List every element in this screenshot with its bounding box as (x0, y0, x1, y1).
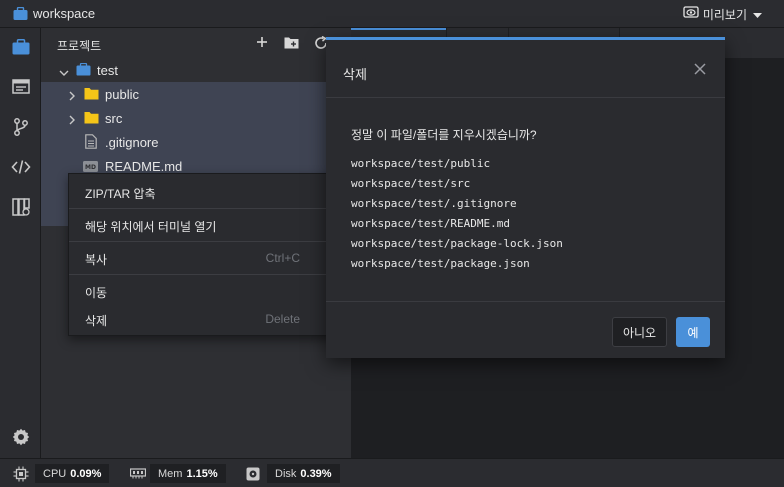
status-bar: CPU 0.09% Mem 1.15% Disk 0.39% (0, 458, 784, 487)
delete-dialog: 삭제 정말 이 파일/폴더를 지우시겠습니까? workspace/test/p… (326, 37, 725, 358)
menu-item-label: 삭제 (85, 314, 108, 328)
menu-item-open-terminal[interactable]: 해당 위치에서 터미널 열기 (69, 211, 342, 239)
path-item: workspace/test/src (351, 177, 471, 190)
tree-item-public[interactable]: public (41, 82, 351, 106)
yes-button[interactable]: 예 (676, 317, 710, 347)
menu-item-shortcut: Delete (265, 312, 300, 326)
tree-label: README.md (105, 159, 183, 174)
menu-divider (69, 241, 342, 242)
tree-item-src[interactable]: src (41, 106, 351, 130)
context-menu: ZIP/TAR 압축 해당 위치에서 터미널 열기 복사 Ctrl+C 이동 삭… (68, 173, 343, 336)
path-item: workspace/test/package.json (351, 257, 530, 270)
cpu-icon (13, 466, 29, 485)
extensions-icon (11, 197, 30, 219)
mem-value: 1.15% (186, 467, 218, 480)
activity-code[interactable] (0, 148, 41, 188)
disk-label: Disk (275, 467, 297, 480)
no-button[interactable]: 아니오 (612, 317, 667, 347)
git-branch-icon (13, 117, 29, 139)
preview-eye-icon (683, 6, 699, 23)
cpu-stat: CPU 0.09% (35, 464, 110, 483)
disk-icon (246, 467, 260, 484)
tree-label: public (105, 87, 139, 102)
preview-button[interactable]: 미리보기 (683, 6, 762, 23)
svg-text:MD: MD (85, 164, 96, 171)
menu-item-compress[interactable]: ZIP/TAR 압축 (69, 178, 342, 206)
memory-icon (129, 468, 147, 482)
menu-item-shortcut: Ctrl+C (265, 251, 300, 265)
cpu-label: CPU (43, 467, 67, 480)
sidebar-header: 프로젝트 (41, 28, 351, 58)
activity-settings[interactable] (0, 418, 41, 458)
explorer-icon (12, 38, 30, 58)
path-item: workspace/test/.gitignore (351, 197, 517, 210)
menu-item-move[interactable]: 이동 (69, 277, 342, 305)
chevron-right-icon[interactable] (67, 113, 77, 125)
menu-item-copy[interactable]: 복사 Ctrl+C (69, 244, 342, 272)
menu-item-label: 해당 위치에서 터미널 열기 (85, 220, 217, 234)
title-bar: workspace 미리보기 (0, 0, 784, 28)
folder-icon (84, 87, 99, 103)
tree-label: test (97, 63, 118, 78)
cpu-value: 0.09% (70, 467, 102, 480)
menu-item-label: ZIP/TAR 압축 (85, 187, 156, 201)
tree-label: .gitignore (105, 135, 159, 150)
project-folder-icon (76, 62, 91, 79)
new-file-icon[interactable] (255, 34, 269, 53)
chevron-right-icon[interactable] (67, 89, 77, 101)
chevron-down-icon (753, 8, 762, 22)
menu-divider (69, 274, 342, 275)
path-list: workspace/test/public workspace/test/src… (351, 154, 563, 274)
new-folder-icon[interactable] (284, 36, 299, 52)
close-icon[interactable] (693, 62, 707, 76)
menu-item-label: 이동 (85, 286, 108, 300)
mem-stat: Mem 1.15% (150, 464, 226, 483)
activity-bar (0, 28, 41, 458)
activity-explorer[interactable] (0, 28, 41, 68)
chevron-down-icon[interactable] (59, 66, 69, 76)
settings-icon (12, 428, 30, 449)
active-tab-indicator (351, 28, 446, 30)
file-icon (85, 134, 97, 152)
activity-extensions[interactable] (0, 188, 41, 228)
activity-git[interactable] (0, 108, 41, 148)
tree-item-gitignore[interactable]: .gitignore (41, 130, 351, 154)
path-item: workspace/test/package-lock.json (351, 237, 563, 250)
tree-label: src (105, 111, 123, 126)
tree-root-test[interactable]: test (41, 58, 351, 82)
disk-stat: Disk 0.39% (267, 464, 340, 483)
activity-layout[interactable] (0, 68, 41, 108)
preview-label: 미리보기 (702, 8, 747, 22)
menu-item-delete[interactable]: 삭제 Delete (69, 305, 342, 333)
folder-icon (84, 111, 99, 127)
menu-item-label: 복사 (85, 253, 108, 267)
sidebar-title: 프로젝트 (57, 39, 102, 53)
dialog-divider (326, 301, 725, 302)
workspace-title: workspace (33, 6, 96, 21)
code-icon (10, 159, 31, 178)
path-item: workspace/test/public (351, 157, 491, 170)
dialog-divider (326, 97, 725, 98)
mem-label: Mem (158, 467, 183, 480)
layout-icon (11, 79, 30, 97)
disk-value: 0.39% (300, 467, 332, 480)
menu-divider (69, 208, 342, 209)
dialog-title: 삭제 (343, 67, 367, 82)
briefcase-icon (13, 6, 28, 24)
path-item: workspace/test/README.md (351, 217, 510, 230)
dialog-message: 정말 이 파일/폴더를 지우시겠습니까? (351, 128, 537, 142)
